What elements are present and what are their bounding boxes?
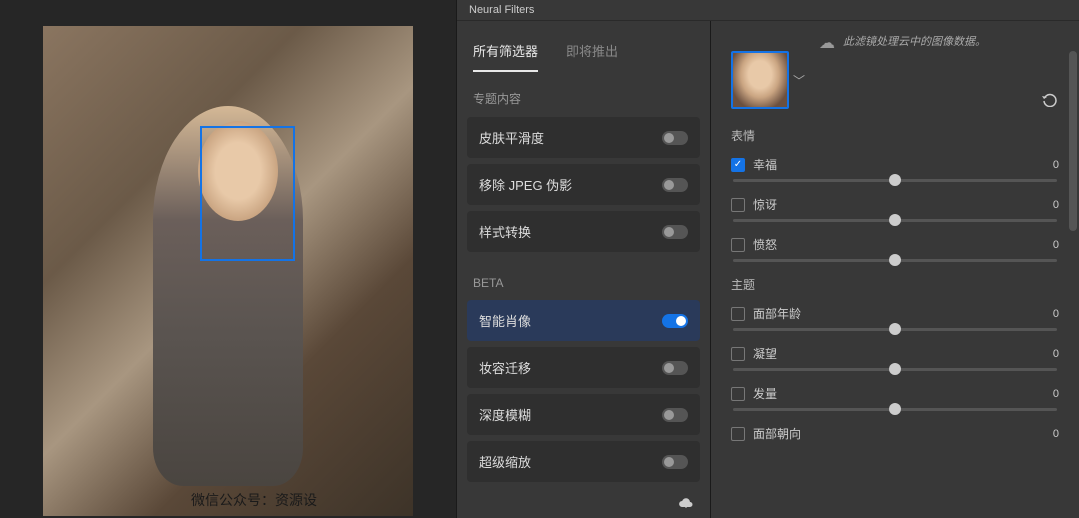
filter-settings-column: ﹀ ☁ 此滤镜处理云中的图像数据。 表情 幸福 0	[711, 21, 1079, 518]
checkbox-gaze[interactable]	[731, 347, 745, 361]
checkbox-direction[interactable]	[731, 427, 745, 441]
value-gaze: 0	[1053, 348, 1059, 360]
tab-all-filters[interactable]: 所有筛选器	[473, 41, 538, 72]
toggle-skin-smoothing[interactable]	[662, 131, 688, 145]
thumb-hair[interactable]	[889, 403, 901, 415]
cloud-icon: ☁	[819, 33, 835, 53]
label-gaze: 凝望	[753, 345, 777, 362]
slider-surprise: 惊讶 0	[731, 196, 1059, 222]
filter-style-transfer[interactable]: 样式转换	[467, 211, 700, 252]
value-hair: 0	[1053, 388, 1059, 400]
slider-direction: 面部朝向 0	[731, 425, 1059, 442]
section-beta: BETA	[457, 258, 710, 300]
checkbox-age[interactable]	[731, 307, 745, 321]
track-age[interactable]	[733, 328, 1057, 331]
filter-label: 超级缩放	[479, 452, 531, 471]
track-happy[interactable]	[733, 179, 1057, 182]
slider-age: 面部年龄 0	[731, 305, 1059, 331]
panel-title: Neural Filters	[457, 0, 1079, 21]
filter-makeup-transfer[interactable]: 妆容迁移	[467, 347, 700, 388]
label-hair: 发量	[753, 385, 777, 402]
filter-smart-portrait[interactable]: 智能肖像	[467, 300, 700, 341]
thumb-age[interactable]	[889, 323, 901, 335]
canvas-area: 微信公众号：资源设	[0, 0, 456, 518]
value-happy: 0	[1053, 159, 1059, 171]
cloud-download-icon[interactable]	[678, 496, 694, 513]
toggle-jpeg[interactable]	[662, 178, 688, 192]
filter-skin-smoothing[interactable]: 皮肤平滑度	[467, 117, 700, 158]
tab-upcoming[interactable]: 即将推出	[566, 41, 618, 72]
photo-content	[43, 26, 413, 516]
label-age: 面部年龄	[753, 305, 801, 322]
slider-gaze: 凝望 0	[731, 345, 1059, 371]
checkbox-anger[interactable]	[731, 238, 745, 252]
filter-label: 妆容迁移	[479, 358, 531, 377]
value-anger: 0	[1053, 239, 1059, 251]
toggle-smart-portrait[interactable]	[662, 314, 688, 328]
filter-label: 智能肖像	[479, 311, 531, 330]
toggle-zoom[interactable]	[662, 455, 688, 469]
scrollbar[interactable]	[1069, 51, 1077, 231]
label-direction: 面部朝向	[753, 425, 801, 442]
thumb-gaze[interactable]	[889, 363, 901, 375]
section-featured: 专题内容	[457, 72, 710, 117]
toggle-style[interactable]	[662, 225, 688, 239]
face-thumbnail[interactable]	[731, 51, 789, 109]
checkbox-happy[interactable]	[731, 158, 745, 172]
thumb-happy[interactable]	[889, 174, 901, 186]
filter-depth-blur[interactable]: 深度模糊	[467, 394, 700, 435]
track-gaze[interactable]	[733, 368, 1057, 371]
watermark-text: 微信公众号：资源设	[191, 490, 317, 510]
filter-super-zoom[interactable]: 超级缩放	[467, 441, 700, 482]
cloud-message: 此滤镜处理云中的图像数据。	[843, 33, 986, 49]
label-happy: 幸福	[753, 156, 777, 173]
group-subject: 主题	[731, 276, 1059, 293]
chevron-down-icon[interactable]: ﹀	[793, 72, 805, 89]
slider-hair: 发量 0	[731, 385, 1059, 411]
filter-tabs: 所有筛选器 即将推出	[457, 21, 710, 72]
value-surprise: 0	[1053, 199, 1059, 211]
track-surprise[interactable]	[733, 219, 1057, 222]
thumb-anger[interactable]	[889, 254, 901, 266]
toggle-makeup[interactable]	[662, 361, 688, 375]
filter-list-column: 所有筛选器 即将推出 专题内容 皮肤平滑度 移除 JPEG 伪影 样式转换 BE…	[457, 21, 711, 518]
document-photo[interactable]: 微信公众号：资源设	[43, 26, 413, 516]
filter-jpeg-artifacts[interactable]: 移除 JPEG 伪影	[467, 164, 700, 205]
filter-label: 移除 JPEG 伪影	[479, 175, 572, 194]
filter-label: 深度模糊	[479, 405, 531, 424]
neural-filters-panel: Neural Filters 所有筛选器 即将推出 专题内容 皮肤平滑度 移除 …	[456, 0, 1079, 518]
thumb-surprise[interactable]	[889, 214, 901, 226]
label-surprise: 惊讶	[753, 196, 777, 213]
filter-label: 样式转换	[479, 222, 531, 241]
value-age: 0	[1053, 308, 1059, 320]
label-anger: 愤怒	[753, 236, 777, 253]
reset-icon[interactable]	[1041, 93, 1059, 112]
checkbox-surprise[interactable]	[731, 198, 745, 212]
toggle-depth[interactable]	[662, 408, 688, 422]
slider-happy: 幸福 0	[731, 156, 1059, 182]
filter-label: 皮肤平滑度	[479, 128, 544, 147]
track-anger[interactable]	[733, 259, 1057, 262]
group-expression: 表情	[731, 127, 1059, 144]
slider-anger: 愤怒 0	[731, 236, 1059, 262]
value-direction: 0	[1053, 428, 1059, 440]
checkbox-hair[interactable]	[731, 387, 745, 401]
track-hair[interactable]	[733, 408, 1057, 411]
